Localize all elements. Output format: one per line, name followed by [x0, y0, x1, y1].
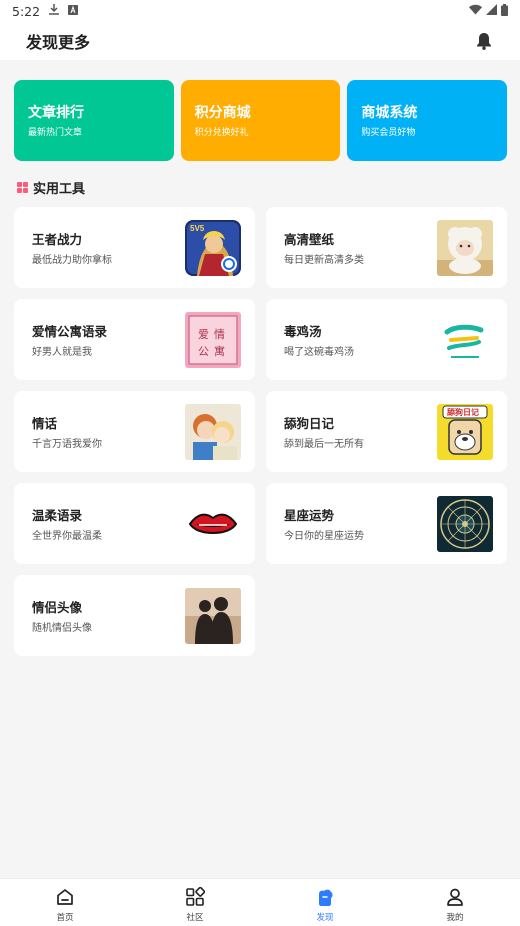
page-title: 发现更多	[26, 33, 91, 52]
thumb-char: 公	[198, 346, 209, 358]
thumb-char: 爱	[198, 328, 209, 341]
feature-cards: 文章排行 最新热门文章 积分商城 积分兑换好礼 商城系统 购买会员好物	[14, 80, 508, 161]
section-title: 实用工具	[33, 182, 86, 197]
tool-card-king-power[interactable]: 王者战力 最低战力助你拿标 5V5	[14, 207, 255, 288]
discover-icon	[319, 889, 333, 906]
game-hero-thumb: 5V5	[185, 220, 241, 276]
card-points-mall[interactable]: 积分商城 积分兑换好礼	[180, 80, 341, 161]
card-title: 商城系统	[361, 105, 418, 121]
lips-thumb	[185, 496, 241, 552]
card-title: 文章排行	[28, 105, 84, 121]
user-icon	[447, 888, 463, 906]
grid-icon	[17, 182, 28, 193]
thumb-char: 寓	[214, 344, 225, 358]
tool-card-couple-avatar[interactable]: 情侣头像 随机情侣头像	[14, 575, 255, 656]
dog-diary-label: 舔狗日记	[447, 407, 479, 417]
nav-label: 我的	[446, 913, 464, 923]
nav-home[interactable]: 首页	[0, 879, 130, 926]
couple-cartoon-thumb	[185, 404, 241, 460]
bottom-nav: 首页 社区 发现 我的	[0, 878, 520, 926]
game-badge-text: 5V5	[190, 224, 205, 233]
card-title: 积分商城	[194, 105, 251, 121]
home-icon	[57, 889, 73, 905]
nav-discover[interactable]: 发现	[260, 879, 390, 926]
zodiac-wheel-thumb	[437, 496, 493, 552]
card-subtitle: 购买会员好物	[361, 128, 416, 138]
nav-label: 首页	[56, 913, 74, 923]
status-bar: 5:22	[0, 0, 520, 22]
card-shop-system[interactable]: 商城系统 购买会员好物	[347, 80, 508, 161]
wifi-icon	[469, 4, 482, 18]
tool-card-dog-diary[interactable]: 舔狗日记 舔到最后一无所有 舔狗日记	[266, 391, 507, 472]
signal-icon	[486, 4, 497, 18]
couple-silhouette-thumb	[185, 588, 241, 644]
tool-card-gentle-words[interactable]: 温柔语录 全世界你最温柔	[14, 483, 255, 564]
tools-grid: 王者战力 最低战力助你拿标 5V5 高清壁纸 每日更新高清多类 爱情公寓语录 好…	[14, 207, 507, 656]
apps-icon	[186, 887, 205, 906]
plush-sheep-thumb	[437, 220, 493, 276]
card-subtitle: 积分兑换好礼	[194, 128, 249, 138]
status-time: 5:22	[12, 3, 41, 19]
tool-card-love-words[interactable]: 情话 千言万语我爱你	[14, 391, 255, 472]
nav-profile[interactable]: 我的	[390, 879, 520, 926]
card-article-ranking[interactable]: 文章排行 最新热门文章	[14, 80, 174, 161]
battery-icon	[501, 3, 508, 19]
love-apartment-thumb: 爱 情 公 寓	[185, 312, 241, 368]
soup-logo-thumb	[437, 312, 493, 368]
app-notification-icon	[68, 4, 79, 18]
card-subtitle: 最新热门文章	[28, 128, 83, 138]
tool-card-love-apartment[interactable]: 爱情公寓语录 好男人就是我 爱 情 公 寓	[14, 299, 255, 380]
nav-community[interactable]: 社区	[130, 879, 260, 926]
tool-card-horoscope[interactable]: 星座运势 今日你的星座运势	[266, 483, 507, 564]
bell-icon[interactable]	[474, 31, 494, 51]
section-header: 实用工具	[17, 178, 85, 197]
app-header: 发现更多	[0, 22, 520, 60]
nav-label: 发现	[316, 913, 334, 923]
tool-card-poison-soup[interactable]: 毒鸡汤 喝了这碗毒鸡汤	[266, 299, 507, 380]
dog-diary-thumb: 舔狗日记	[437, 404, 493, 460]
tool-card-hd-wallpaper[interactable]: 高清壁纸 每日更新高清多类	[266, 207, 507, 288]
nav-label: 社区	[186, 913, 204, 923]
thumb-char: 情	[214, 328, 225, 341]
download-icon	[49, 4, 60, 18]
